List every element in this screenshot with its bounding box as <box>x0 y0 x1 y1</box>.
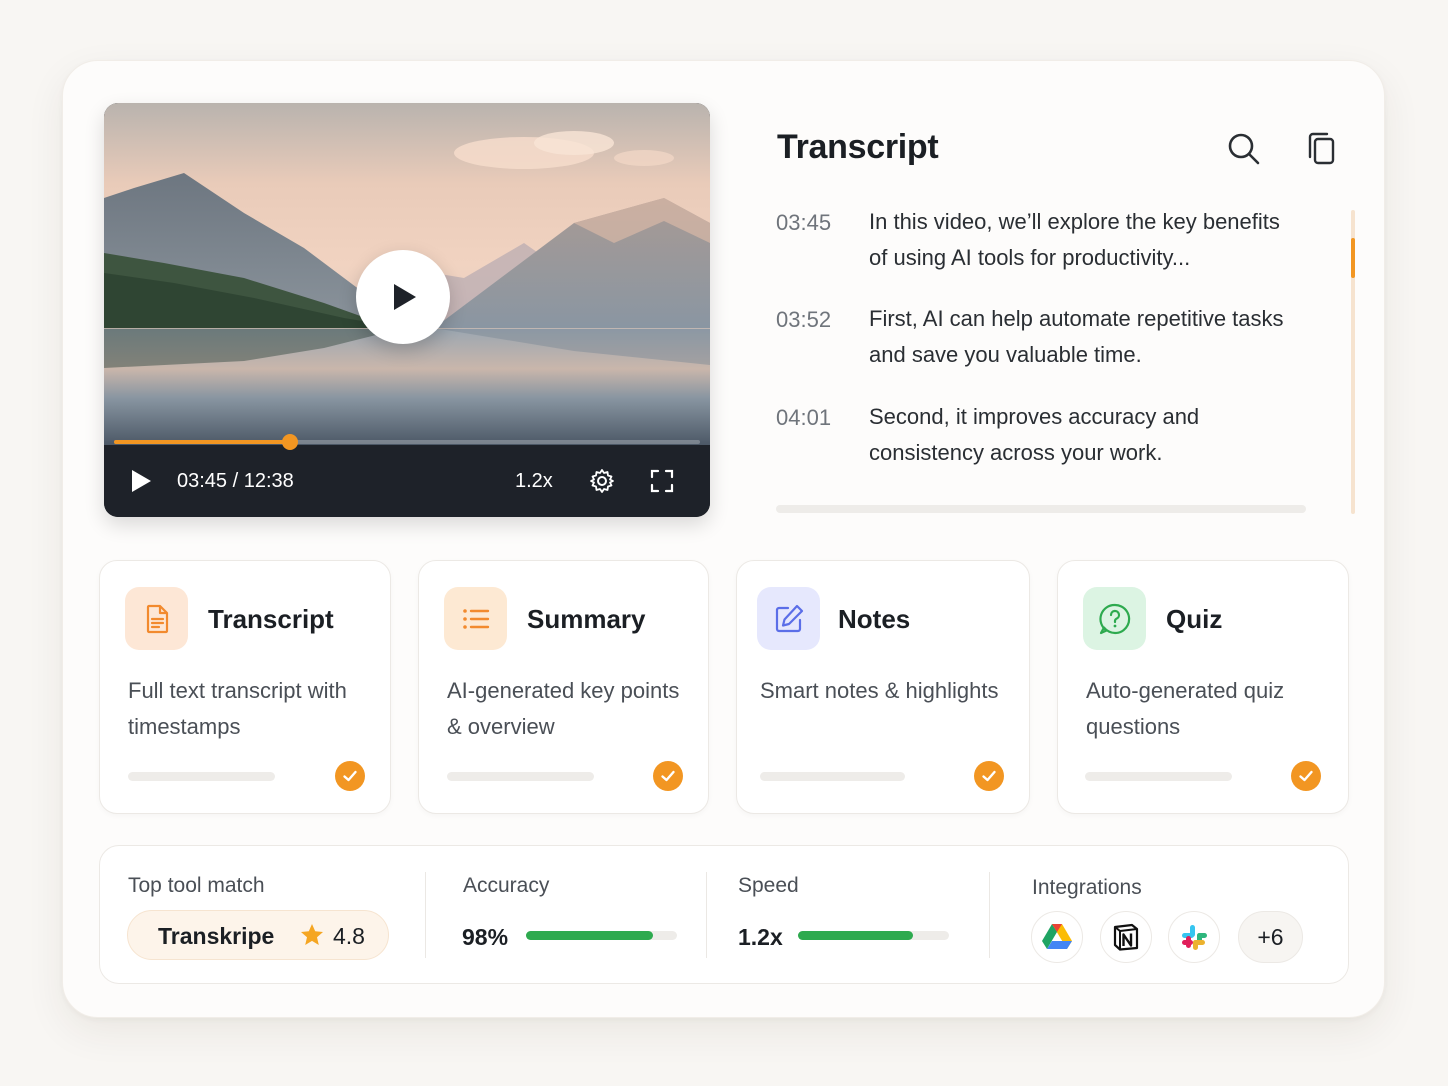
transcript-entry[interactable]: 03:52 First, AI can help automate repeti… <box>776 306 1296 387</box>
feature-icon-bg <box>125 587 188 650</box>
accuracy-label: Accuracy <box>463 874 550 897</box>
feature-card-summary[interactable]: Summary AI-generated key points & overvi… <box>418 560 709 814</box>
play-icon <box>394 284 416 310</box>
check-icon <box>974 761 1004 791</box>
transcript-entry[interactable]: 03:45 In this video, we’ll explore the k… <box>776 209 1296 290</box>
progress-fill <box>114 440 290 444</box>
accuracy-bar <box>526 931 677 940</box>
feature-title: Notes <box>838 604 911 634</box>
transcript-timestamp: 03:52 <box>776 307 832 332</box>
speed-label: Speed <box>738 874 799 897</box>
accuracy-value: 98% <box>462 924 509 950</box>
transcript-title: Transcript <box>777 128 939 166</box>
feature-card-quiz[interactable]: Quiz Auto-generated quiz questions <box>1057 560 1349 814</box>
feature-icon-bg <box>1083 587 1146 650</box>
list-icon <box>462 608 489 629</box>
search-icon[interactable] <box>1226 131 1262 167</box>
play-overlay-button[interactable] <box>356 250 450 344</box>
time-display: 03:45 / 12:38 <box>177 470 294 492</box>
transcript-text: In this video, we’ll explore the key ben… <box>869 209 1280 270</box>
feature-description: Full text transcript with timestamps <box>128 678 347 739</box>
feature-progress-bar <box>1085 772 1232 781</box>
transcript-text: First, AI can help automate repetitive t… <box>869 306 1284 367</box>
feature-progress-bar <box>760 772 905 781</box>
speed-value: 1.2x <box>738 924 783 950</box>
top-match-rating: 4.8 <box>333 923 365 949</box>
feature-description: AI-generated key points & overview <box>447 678 680 739</box>
integrations-label: Integrations <box>1032 876 1142 899</box>
top-match-label: Top tool match <box>128 874 265 897</box>
progress-handle[interactable] <box>281 434 298 450</box>
progress-bar[interactable] <box>114 434 700 450</box>
transcript-text: Second, it improves accuracy and consist… <box>869 404 1200 465</box>
gear-icon[interactable] <box>589 468 615 494</box>
feature-description: Auto-generated quiz questions <box>1086 678 1285 739</box>
feature-description: Smart notes & highlights <box>760 678 999 703</box>
feature-card-transcript[interactable]: Transcript Full text transcript with tim… <box>99 560 391 814</box>
google-drive-icon <box>1042 924 1072 949</box>
check-icon <box>1291 761 1321 791</box>
transcript-scrollbar-thumb[interactable] <box>1351 238 1355 278</box>
video-player[interactable]: 03:45 / 12:38 1.2x <box>104 103 710 517</box>
divider <box>989 872 990 958</box>
feature-progress-bar <box>128 772 275 781</box>
divider <box>706 872 707 958</box>
edit-icon <box>775 604 803 632</box>
integrations-more-button[interactable]: +6 <box>1238 911 1303 963</box>
slack-icon <box>1182 925 1207 950</box>
accuracy-bar-fill <box>526 931 653 940</box>
top-match-badge[interactable]: Transkripe 4.8 <box>127 910 389 960</box>
feature-title: Quiz <box>1166 604 1223 634</box>
star-icon <box>301 924 323 945</box>
feature-progress-bar <box>447 772 594 781</box>
question-icon <box>1098 603 1130 634</box>
feature-title: Transcript <box>208 604 334 634</box>
integration-notion[interactable] <box>1100 911 1152 963</box>
feature-icon-bg <box>757 587 820 650</box>
speed-bar <box>798 931 949 940</box>
feature-title: Summary <box>527 604 646 634</box>
document-icon <box>146 604 168 633</box>
feature-icon-bg <box>444 587 507 650</box>
check-icon <box>653 761 683 791</box>
feature-card-notes[interactable]: Notes Smart notes & highlights <box>736 560 1030 814</box>
transcript-timestamp: 03:45 <box>776 210 832 235</box>
integration-slack[interactable] <box>1168 911 1220 963</box>
fullscreen-icon[interactable] <box>649 468 675 494</box>
speed-bar-fill <box>798 931 913 940</box>
divider <box>425 872 426 958</box>
notion-icon <box>1113 923 1139 951</box>
transcript-timestamp: 04:01 <box>776 405 832 430</box>
copy-icon[interactable] <box>1305 131 1341 167</box>
transcript-horizontal-scrollbar[interactable] <box>776 505 1306 513</box>
play-icon[interactable] <box>128 468 154 494</box>
check-icon <box>335 761 365 791</box>
integration-google-drive[interactable] <box>1031 911 1083 963</box>
top-match-name: Transkripe <box>158 923 275 949</box>
playback-speed-button[interactable]: 1.2x <box>515 470 553 493</box>
transcript-entry[interactable]: 04:01 Second, it improves accuracy and c… <box>776 404 1296 485</box>
